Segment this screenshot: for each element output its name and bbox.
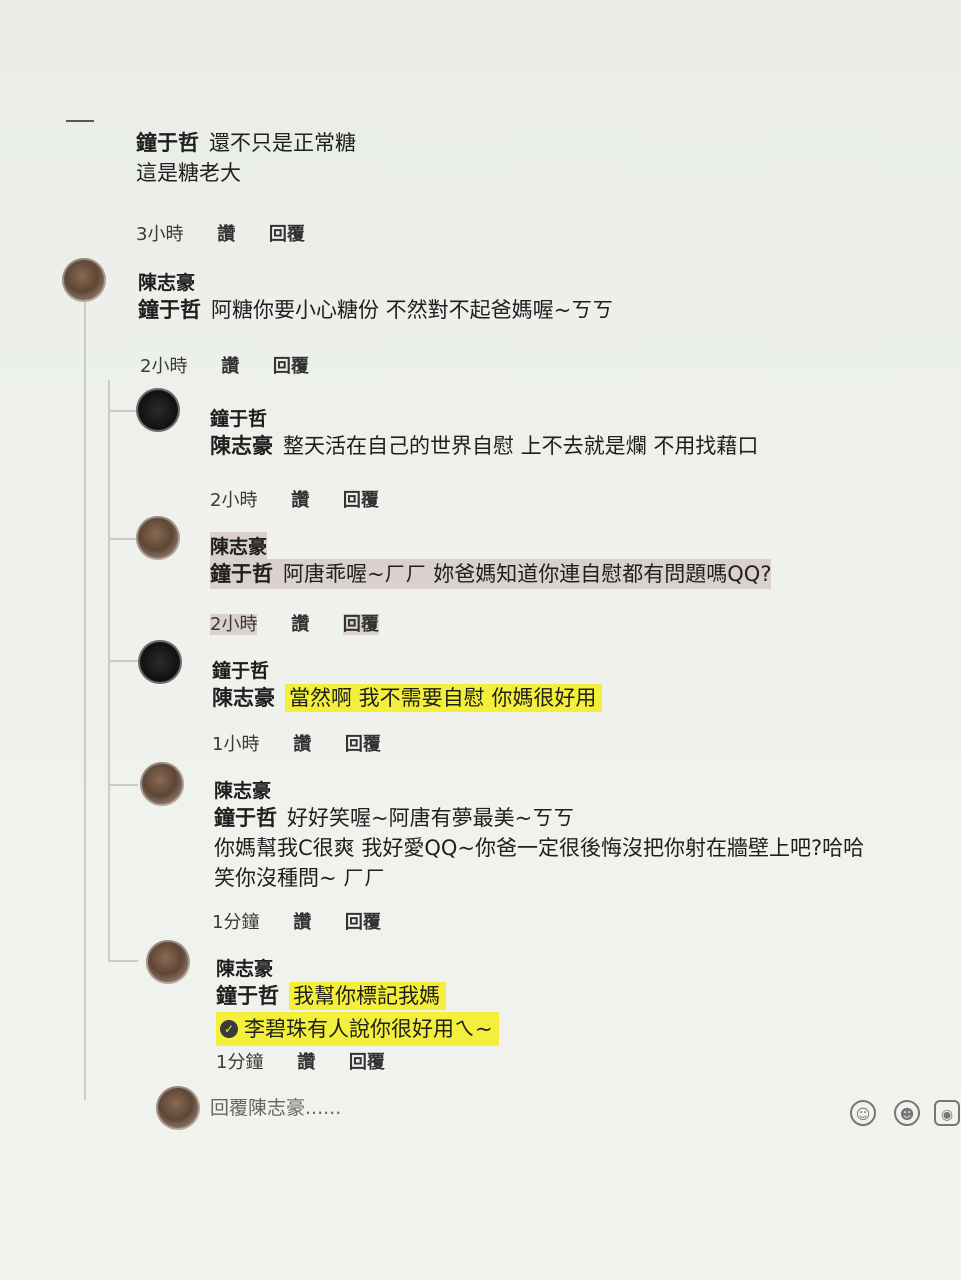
- comment: 陳志豪 鐘于哲 我幫你標記我媽 ✓ 李碧珠 有人說你很好用ㄟ~: [216, 954, 499, 1046]
- comment-actions: 3小時 讚 回覆: [136, 220, 333, 246]
- avatar[interactable]: [138, 640, 182, 684]
- thread-line: [84, 300, 86, 1100]
- thread-branch: [108, 538, 138, 540]
- comment-text: 笑你沒種問~ ㄏㄏ: [214, 866, 386, 890]
- comment: 陳志豪 鐘于哲 阿唐乖喔~ㄏㄏ 妳爸媽知道你連自慰都有問題嗎QQ?: [210, 532, 772, 589]
- comment-time[interactable]: 1小時: [212, 734, 259, 755]
- thread-branch: [108, 960, 138, 962]
- avatar[interactable]: [136, 516, 180, 560]
- thread-branch: [108, 410, 138, 412]
- comment: 陳志豪 鐘于哲 阿糖你要小心糖份 不然對不起爸媽喔~ㄎㄎ: [138, 268, 613, 325]
- comment-author[interactable]: 陳志豪: [138, 268, 613, 295]
- comment-actions: 2小時 讚 回覆: [210, 610, 407, 636]
- thread-top-mark: [66, 120, 94, 122]
- check-circle-icon: ✓: [220, 1020, 238, 1038]
- comment-author[interactable]: 鐘于哲: [212, 656, 602, 683]
- comment-author[interactable]: 陳志豪: [210, 532, 268, 559]
- reply-button[interactable]: 回覆: [345, 734, 381, 755]
- reply-button[interactable]: 回覆: [343, 490, 379, 511]
- comment-thread: 鐘于哲 還不只是正常糖 這是糖老大 3小時 讚 回覆 陳志豪 鐘于哲 阿糖你要小心糖…: [0, 0, 961, 1280]
- avatar[interactable]: [62, 258, 106, 302]
- comment-text: 當然啊 我不需要自慰 你媽很好用: [285, 684, 603, 712]
- comment-mention[interactable]: 鐘于哲: [210, 562, 273, 586]
- like-button[interactable]: 讚: [297, 1052, 315, 1073]
- comment-author[interactable]: 陳志豪: [214, 776, 864, 803]
- comment-text: 好好笑喔~阿唐有夢最美~ㄎㄎ: [287, 806, 575, 830]
- tagged-user[interactable]: ✓ 李碧珠 有人說你很好用ㄟ~: [216, 1012, 499, 1046]
- comment-text: 你媽幫我C很爽 我好愛QQ~你爸一定很後悔沒把你射在牆壁上吧?哈哈: [214, 836, 865, 860]
- comment: 陳志豪 鐘于哲 好好笑喔~阿唐有夢最美~ㄎㄎ 你媽幫我C很爽 我好愛QQ~你爸一定…: [214, 776, 864, 893]
- like-button[interactable]: 讚: [293, 734, 311, 755]
- reply-button[interactable]: 回覆: [269, 224, 305, 245]
- comment: 鐘于哲 陳志豪 當然啊 我不需要自慰 你媽很好用: [212, 656, 603, 713]
- avatar[interactable]: [146, 940, 190, 984]
- comment-actions: 1分鐘 讚 回覆: [212, 908, 409, 934]
- like-button[interactable]: 讚: [291, 490, 309, 511]
- reply-input[interactable]: 回覆陳志豪......: [210, 1088, 850, 1128]
- comment-text: 還不只是正常糖: [209, 131, 356, 155]
- comment-mention[interactable]: 鐘于哲: [138, 298, 201, 322]
- like-button[interactable]: 讚: [221, 356, 239, 377]
- thread-line: [108, 380, 110, 960]
- comment-mention[interactable]: 鐘于哲: [214, 806, 277, 830]
- comment-text: 阿唐乖喔~ㄏㄏ 妳爸媽知道你連自慰都有問題嗎QQ?: [283, 562, 772, 586]
- smile-icon[interactable]: ☻: [894, 1100, 920, 1126]
- comment-time[interactable]: 2小時: [140, 356, 187, 377]
- comment-text: 阿糖你要小心糖份 不然對不起爸媽喔~ㄎㄎ: [211, 298, 614, 322]
- comment-text: 有人說你很好用ㄟ~: [307, 1017, 493, 1041]
- comment-time[interactable]: 2小時: [210, 490, 257, 511]
- emoji-icon[interactable]: ☺: [850, 1100, 876, 1126]
- comment-author[interactable]: 鐘于哲: [210, 404, 758, 431]
- reply-button[interactable]: 回覆: [273, 356, 309, 377]
- camera-icon[interactable]: ◉: [934, 1100, 960, 1126]
- comment-mention[interactable]: 陳志豪: [210, 434, 273, 458]
- avatar[interactable]: [140, 762, 184, 806]
- thread-branch: [108, 660, 138, 662]
- comment-mention[interactable]: 鐘于哲: [216, 984, 279, 1008]
- like-button[interactable]: 讚: [217, 224, 235, 245]
- comment-actions: 2小時 讚 回覆: [210, 486, 407, 512]
- comment-actions: 1小時 讚 回覆: [212, 730, 409, 756]
- comment-time[interactable]: 2小時: [210, 614, 258, 635]
- avatar[interactable]: [136, 388, 180, 432]
- comment: 鐘于哲 還不只是正常糖 這是糖老大: [136, 128, 356, 188]
- current-user-avatar[interactable]: [156, 1086, 200, 1130]
- comment-text: 整天活在自己的世界自慰 上不去就是爛 不用找藉口: [283, 434, 759, 458]
- comment-time[interactable]: 3小時: [136, 224, 183, 245]
- comment-text: 我幫你標記我媽: [289, 982, 446, 1010]
- comment-mention[interactable]: 陳志豪: [212, 686, 275, 710]
- comment-author[interactable]: 陳志豪: [216, 954, 499, 981]
- thread-branch: [108, 784, 138, 786]
- tag-name[interactable]: 李碧珠: [244, 1014, 307, 1044]
- reply-button[interactable]: 回覆: [345, 912, 381, 933]
- like-button[interactable]: 讚: [293, 912, 311, 933]
- comment: 鐘于哲 陳志豪 整天活在自己的世界自慰 上不去就是爛 不用找藉口: [210, 404, 758, 461]
- comment-actions: 2小時 讚 回覆: [140, 352, 337, 378]
- comment-actions: 1分鐘 讚 回覆: [216, 1048, 413, 1074]
- like-button[interactable]: 讚: [291, 614, 309, 635]
- comment-author[interactable]: 鐘于哲: [136, 131, 199, 155]
- comment-time[interactable]: 1分鐘: [216, 1052, 263, 1073]
- reply-button[interactable]: 回覆: [342, 614, 379, 635]
- comment-time[interactable]: 1分鐘: [212, 912, 259, 933]
- comment-text: 這是糖老大: [136, 161, 241, 185]
- reply-button[interactable]: 回覆: [349, 1052, 385, 1073]
